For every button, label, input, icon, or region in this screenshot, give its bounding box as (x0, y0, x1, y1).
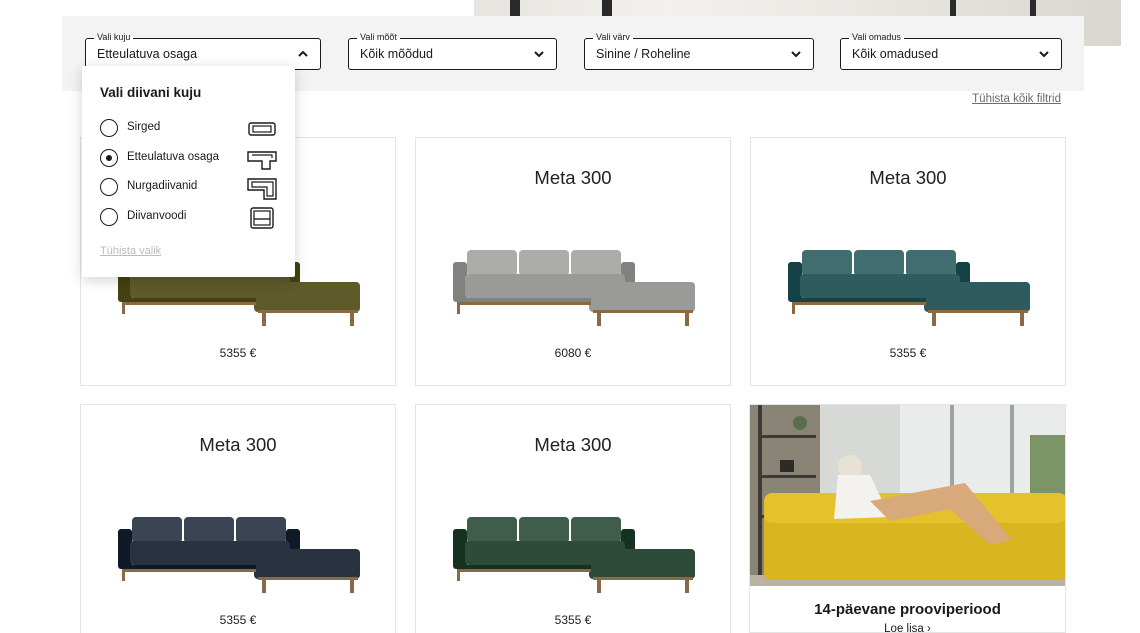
color-select-legend: Vali värv (593, 32, 633, 43)
trial-promo-card[interactable]: 14-päevane prooviperiood Loe lisa › (749, 404, 1066, 633)
shape-select-value: Etteulatuva osaga (97, 47, 198, 61)
read-more-link[interactable]: Loe lisa › (750, 623, 1065, 632)
shape-option-corner[interactable]: Nurgadiivanid (100, 176, 280, 200)
product-card[interactable]: Meta 300 6080 € (415, 137, 731, 386)
product-name: Meta 300 (869, 167, 947, 188)
product-name: Meta 300 (534, 434, 612, 455)
radio-button[interactable] (100, 178, 118, 196)
option-label: Diivanvoodi (127, 210, 187, 222)
color-select[interactable]: Vali värv Sinine / Roheline (584, 32, 814, 70)
size-select-legend: Vali mõõt (357, 32, 400, 43)
shape-select-legend: Vali kuju (94, 32, 134, 43)
product-price: 6080 € (554, 346, 592, 360)
feature-select[interactable]: Vali omadus Kõik omadused (840, 32, 1062, 70)
chaise-sofa-icon (247, 151, 277, 170)
straight-sofa-icon (248, 122, 276, 136)
corner-sofa-icon (247, 178, 277, 200)
product-price: 5355 € (219, 346, 257, 360)
radio-button[interactable] (100, 119, 118, 137)
product-price: 5355 € (889, 346, 927, 360)
promo-title: 14-päevane prooviperiood (814, 601, 1001, 618)
product-name: Meta 300 (534, 167, 612, 188)
shape-option-sofa-bed[interactable]: Diivanvoodi (100, 206, 280, 229)
size-select[interactable]: Vali mõõt Kõik mõõdud (348, 32, 557, 70)
chevron-down-icon (1039, 51, 1049, 58)
shape-option-chaise[interactable]: Etteulatuva osaga (100, 147, 280, 170)
color-select-value: Sinine / Roheline (596, 47, 691, 61)
product-price: 5355 € (219, 613, 257, 627)
option-label: Etteulatuva osaga (127, 151, 220, 163)
sofa-image (453, 250, 695, 326)
size-select-value: Kõik mõõdud (360, 47, 433, 61)
radio-button[interactable] (100, 149, 118, 167)
product-card[interactable]: Meta 300 5355 € (750, 137, 1066, 386)
feature-select-legend: Vali omadus (849, 32, 904, 43)
product-card[interactable]: Meta 300 5355 € (80, 404, 396, 633)
dropdown-title: Vali diivani kuju (100, 85, 202, 100)
chevron-down-icon (534, 51, 544, 58)
clear-all-filters-link[interactable]: Tühista kõik filtrid (972, 93, 1061, 105)
option-label: Sirged (127, 121, 161, 133)
chevron-up-icon (298, 50, 308, 57)
chevron-down-icon (791, 51, 801, 58)
promo-photo (750, 405, 1065, 586)
reset-selection-link[interactable]: Tühista valik (100, 245, 161, 257)
option-label: Nurgadiivanid (127, 180, 198, 192)
product-price: 5355 € (554, 613, 592, 627)
shape-dropdown-panel: Vali diivani kuju Sirged Etteulatuva osa… (82, 66, 295, 277)
sofa-bed-icon (250, 207, 274, 229)
shape-option-straight[interactable]: Sirged (100, 117, 280, 139)
sofa-image (118, 517, 360, 593)
radio-button[interactable] (100, 208, 118, 226)
product-name: Meta 300 (199, 434, 277, 455)
product-card[interactable]: Meta 300 5355 € (415, 404, 731, 633)
feature-select-value: Kõik omadused (852, 47, 939, 61)
sofa-image (788, 250, 1030, 326)
sofa-image (453, 517, 695, 593)
